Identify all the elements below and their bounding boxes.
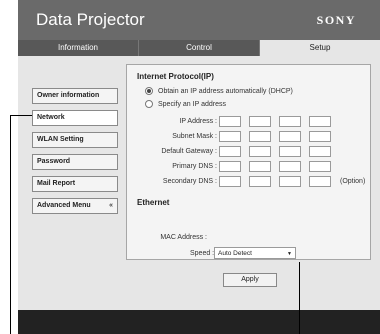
subnet-mask-row: Subnet Mask : — [127, 131, 372, 143]
static-ip-radio-label: Specify an IP address — [158, 100, 226, 108]
primary-dns-label: Primary DNS : — [172, 163, 217, 170]
sidebar-item-owner-information[interactable]: Owner information — [32, 88, 118, 104]
secondary-dns-label: Secondary DNS : — [162, 178, 217, 185]
secondary-dns-octet-4[interactable] — [309, 176, 331, 187]
sidebar-item-label: Advanced Menu — [37, 202, 91, 209]
apply-button[interactable]: Apply — [223, 273, 277, 287]
sidebar-item-password[interactable]: Password — [32, 154, 118, 170]
secondary-dns-octet-2[interactable] — [249, 176, 271, 187]
speed-value: Auto Detect — [218, 250, 252, 257]
sidebar-item-mail-report[interactable]: Mail Report — [32, 176, 118, 192]
ip-address-octet-4[interactable] — [309, 116, 331, 127]
brand-logo: SONY — [316, 13, 356, 27]
primary-dns-octet-3[interactable] — [279, 161, 301, 172]
dhcp-radio[interactable] — [145, 87, 153, 95]
default-gateway-octet-4[interactable] — [309, 146, 331, 157]
primary-dns-octet-4[interactable] — [309, 161, 331, 172]
subnet-mask-octet-1[interactable] — [219, 131, 241, 142]
ip-address-octet-3[interactable] — [279, 116, 301, 127]
secondary-dns-row: Secondary DNS : (Option) — [127, 176, 372, 188]
optional-note: (Option) — [340, 178, 366, 185]
chevron-double-down-icon: « — [109, 202, 113, 209]
default-gateway-octet-3[interactable] — [279, 146, 301, 157]
tab-setup[interactable]: Setup — [260, 40, 380, 56]
sidebar-item-wlan-setting[interactable]: WLAN Setting — [32, 132, 118, 148]
primary-dns-octet-2[interactable] — [249, 161, 271, 172]
dhcp-radio-label: Obtain an IP address automatically (DHCP… — [158, 87, 293, 95]
tab-bar: Information Control Setup — [18, 40, 380, 56]
secondary-dns-octet-1[interactable] — [219, 176, 241, 187]
secondary-dns-octet-3[interactable] — [279, 176, 301, 187]
subnet-mask-octet-3[interactable] — [279, 131, 301, 142]
callout-line-panel — [299, 262, 300, 334]
subnet-mask-label: Subnet Mask : — [172, 133, 217, 140]
primary-dns-row: Primary DNS : — [127, 161, 372, 173]
ip-address-octet-2[interactable] — [249, 116, 271, 127]
ip-address-octet-1[interactable] — [219, 116, 241, 127]
default-gateway-row: Default Gateway : — [127, 146, 372, 158]
projector-window: Data Projector SONY Information Control … — [18, 0, 380, 334]
ethernet-section-title: Ethernet — [137, 198, 170, 207]
dropdown-arrow-icon: ▼ — [287, 251, 292, 257]
default-gateway-octet-1[interactable] — [219, 146, 241, 157]
subnet-mask-octet-4[interactable] — [309, 131, 331, 142]
tab-information[interactable]: Information — [18, 40, 139, 56]
callout-line-network — [10, 115, 11, 334]
subnet-mask-octet-2[interactable] — [249, 131, 271, 142]
header: Data Projector SONY — [18, 0, 380, 40]
sidebar: Owner information Network WLAN Setting P… — [32, 88, 118, 220]
speed-select[interactable]: Auto Detect ▼ — [214, 247, 296, 259]
ip-section-title: Internet Protocol(IP) — [137, 72, 214, 81]
dhcp-radio-row[interactable]: Obtain an IP address automatically (DHCP… — [145, 87, 293, 95]
default-gateway-octet-2[interactable] — [249, 146, 271, 157]
ip-address-label: IP Address : — [179, 118, 217, 125]
static-ip-radio-row[interactable]: Specify an IP address — [145, 100, 226, 108]
primary-dns-octet-1[interactable] — [219, 161, 241, 172]
content-area: Owner information Network WLAN Setting P… — [18, 56, 380, 310]
sidebar-item-network[interactable]: Network — [32, 110, 118, 126]
sidebar-item-advanced-menu[interactable]: Advanced Menu « — [32, 198, 118, 214]
speed-label: Speed : — [190, 250, 215, 257]
ip-address-row: IP Address : — [127, 116, 372, 128]
callout-line-network-horizontal — [10, 115, 32, 116]
static-ip-radio[interactable] — [145, 100, 153, 108]
app-title: Data Projector — [36, 10, 145, 29]
network-settings-panel: Internet Protocol(IP) Obtain an IP addre… — [126, 64, 371, 260]
mac-address-label: MAC Address : — [160, 234, 207, 241]
tab-control[interactable]: Control — [139, 40, 260, 56]
footer-bar — [18, 310, 380, 334]
default-gateway-label: Default Gateway : — [161, 148, 217, 155]
